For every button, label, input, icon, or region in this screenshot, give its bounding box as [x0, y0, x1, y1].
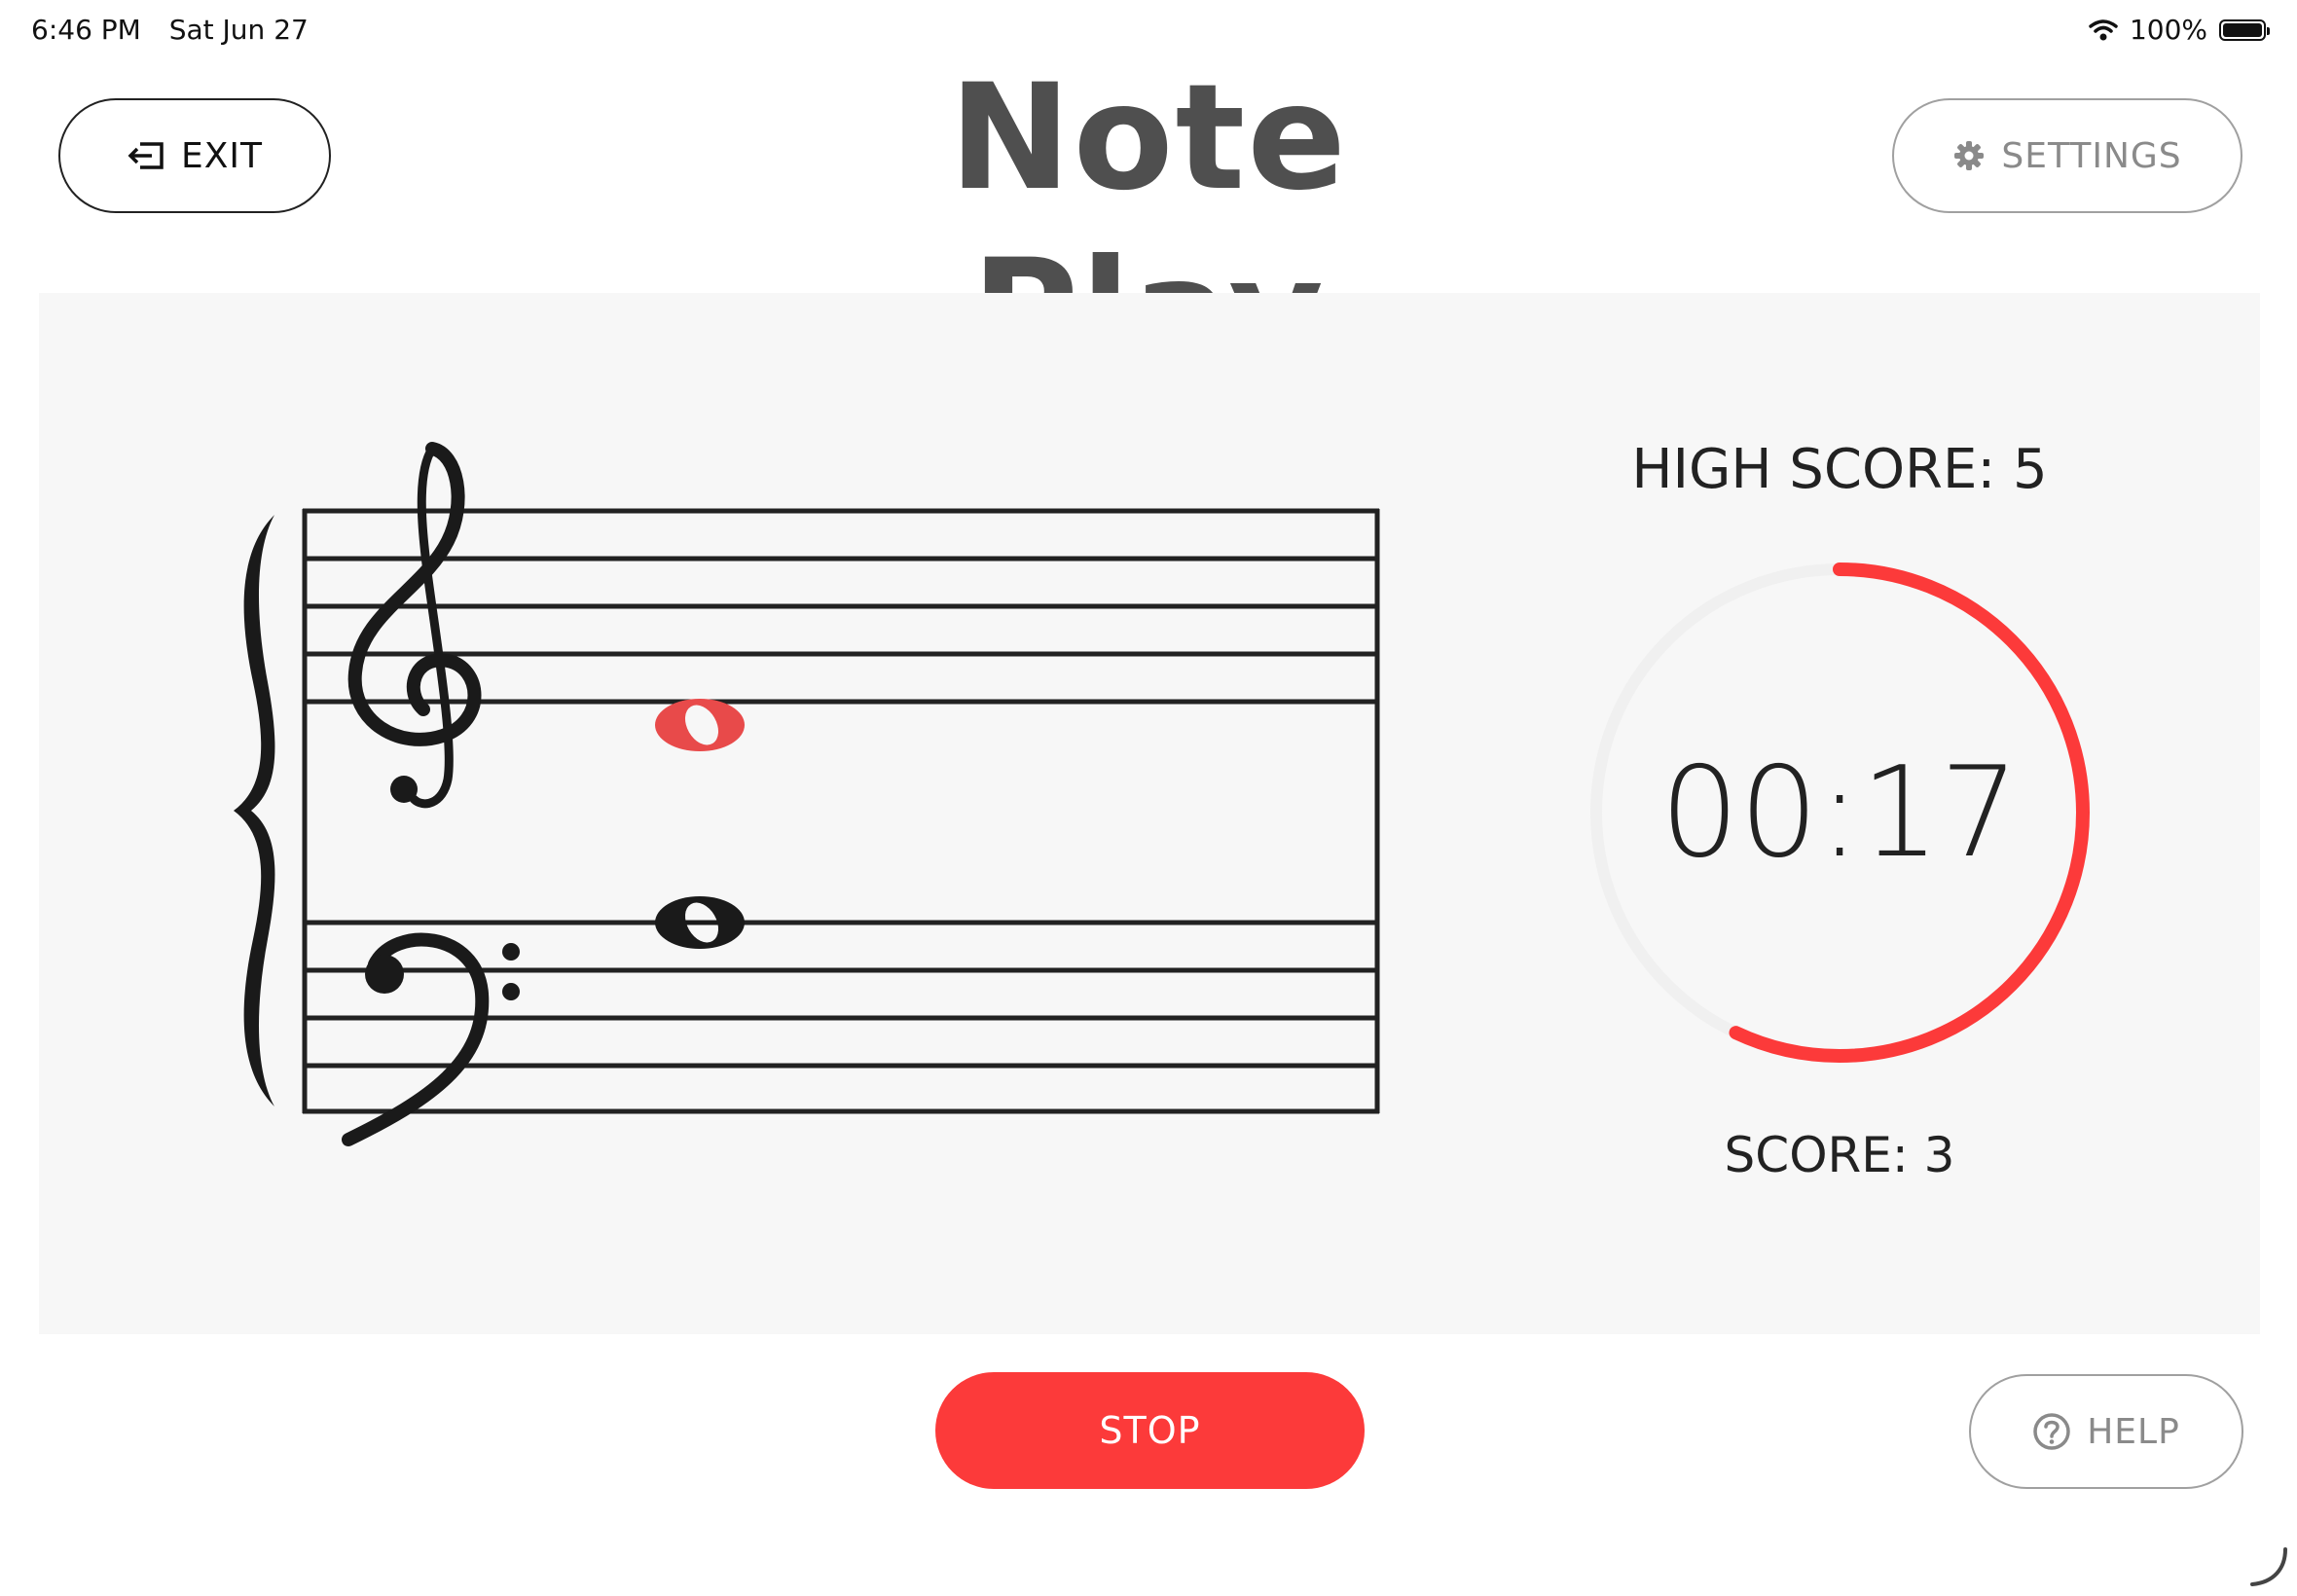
brace — [234, 515, 275, 1106]
grand-staff — [234, 442, 1380, 1146]
stop-button[interactable]: STOP — [935, 1372, 1365, 1489]
status-right: 100% — [2089, 14, 2270, 46]
exit-label: EXIT — [180, 135, 263, 176]
settings-label: SETTINGS — [2001, 135, 2182, 176]
question-circle-icon — [2033, 1413, 2070, 1450]
help-label: HELP — [2087, 1411, 2180, 1452]
target-note — [655, 699, 745, 751]
bass-note — [655, 896, 745, 949]
stop-label: STOP — [1099, 1409, 1201, 1452]
status-date: Sat Jun 27 — [168, 14, 309, 46]
wifi-icon — [2089, 18, 2118, 40]
timer: 00:17 — [1586, 560, 2093, 1066]
status-left: 6:46 PM Sat Jun 27 — [31, 14, 328, 46]
exit-icon — [128, 142, 164, 169]
timer-value: 00:17 — [1659, 740, 2020, 886]
high-score: HIGH SCORE: 5 — [1631, 438, 2048, 501]
status-time: 6:46 PM — [31, 14, 141, 46]
battery-percent: 100% — [2129, 14, 2207, 46]
help-button[interactable]: HELP — [1969, 1374, 2243, 1489]
score: SCORE: 3 — [1724, 1127, 1955, 1183]
battery-icon — [2219, 18, 2270, 41]
gear-icon — [1954, 141, 1985, 170]
exit-button[interactable]: EXIT — [58, 98, 331, 213]
settings-button[interactable]: SETTINGS — [1892, 98, 2242, 213]
treble-clef-icon — [347, 442, 482, 809]
resize-handle-icon — [2250, 1547, 2287, 1586]
